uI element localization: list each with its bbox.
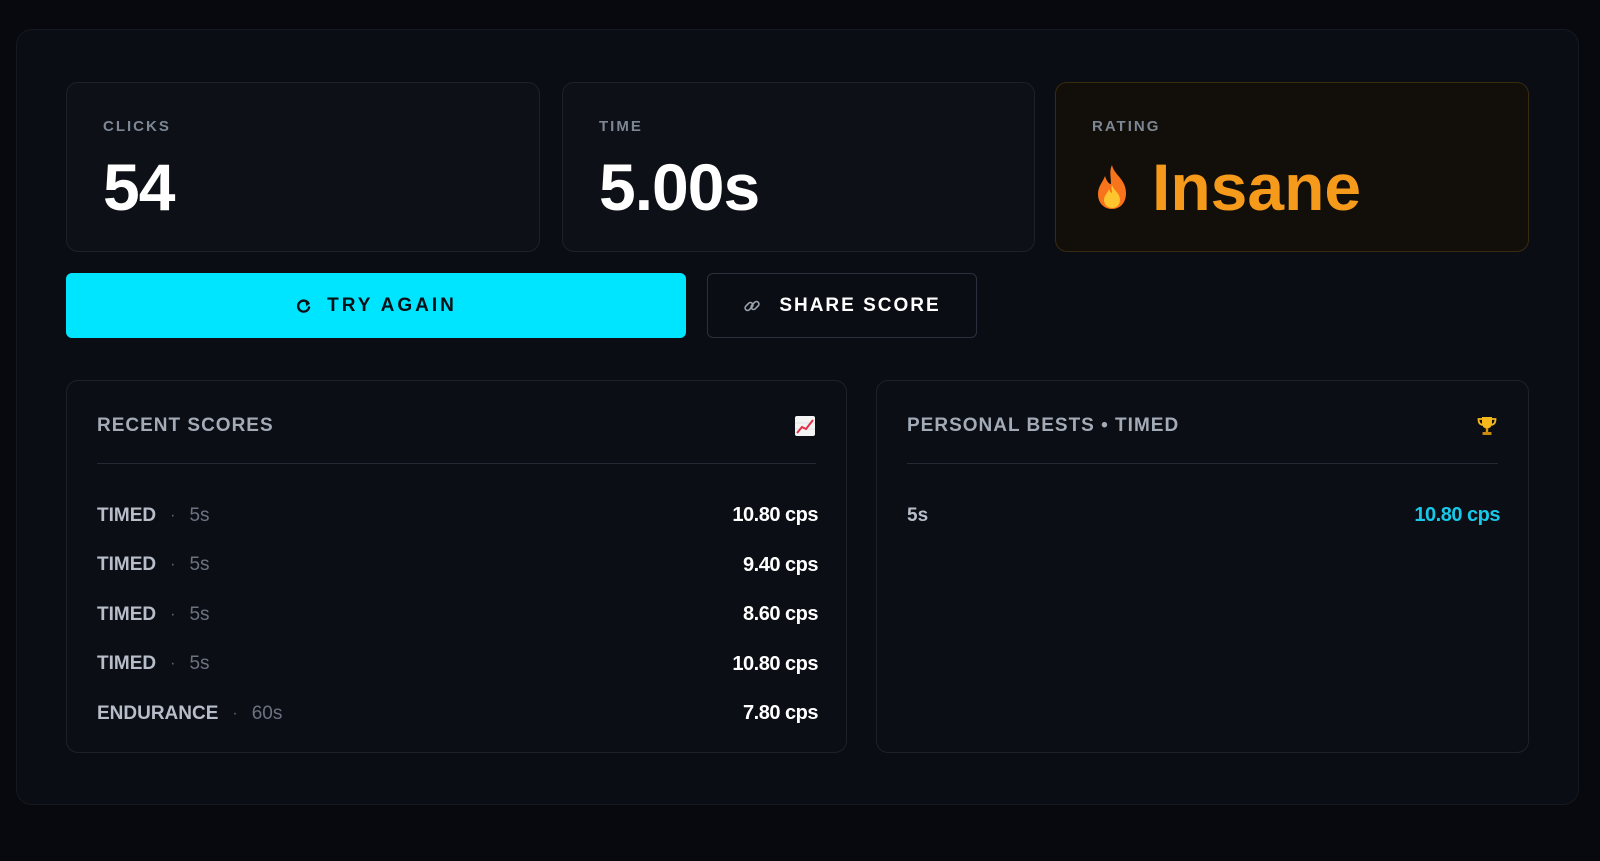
try-again-label: TRY AGAIN [327, 294, 457, 316]
row-duration: 5s [189, 653, 210, 675]
rating-value: Insane [1152, 150, 1362, 224]
link-icon [744, 300, 761, 311]
list-item: TIMED · 5s 10.80 cps [97, 491, 818, 541]
trophy-icon [1477, 417, 1497, 435]
row-score: 9.40 cps [743, 553, 818, 576]
list-item: 5s 10.80 cps [907, 491, 1500, 541]
separator-dot: · [170, 506, 176, 524]
row-mode: TIMED [97, 554, 157, 576]
try-again-button[interactable]: TRY AGAIN [66, 273, 686, 338]
recent-scores-list: TIMED · 5s 10.80 cps TIMED · 5s 9.40 cps… [97, 491, 818, 739]
list-item: TIMED · 5s 10.80 cps [97, 640, 818, 690]
personal-bests-header: PERSONAL BESTS • TIMED [907, 409, 1498, 443]
row-duration: 60s [251, 702, 283, 724]
row-score: 7.80 cps [743, 702, 818, 725]
separator-dot: · [170, 556, 176, 574]
time-label: TIME [599, 118, 643, 135]
row-duration: 5s [189, 504, 210, 526]
personal-bests-divider [907, 463, 1498, 464]
recent-scores-header: RECENT SCORES [97, 409, 816, 443]
clicks-label: CLICKS [103, 118, 171, 135]
row-mode: TIMED [97, 504, 157, 526]
restart-icon [297, 298, 311, 313]
personal-bests-panel: PERSONAL BESTS • TIMED 5s 10.80 cps [876, 380, 1529, 753]
separator-dot: · [232, 704, 238, 722]
row-score: 10.80 cps [732, 652, 818, 675]
time-value: 5.00s [599, 150, 760, 224]
rating-label: RATING [1092, 118, 1161, 135]
row-duration: 5s [189, 554, 210, 576]
row-duration: 5s [189, 603, 210, 625]
recent-scores-panel: RECENT SCORES TIMED · 5s 10.80 cps TIMED… [66, 380, 847, 753]
separator-dot: · [170, 605, 176, 623]
clicks-value: 54 [103, 150, 175, 224]
list-item: ENDURANCE · 60s 7.80 cps [97, 689, 818, 739]
fire-icon [1098, 165, 1126, 209]
list-item: TIMED · 5s 8.60 cps [97, 590, 818, 640]
rating-card: RATING Insane [1055, 82, 1529, 252]
personal-bests-list: 5s 10.80 cps [907, 491, 1500, 541]
clicks-card: CLICKS 54 [66, 82, 540, 252]
best-score: 10.80 cps [1414, 504, 1500, 527]
rating-value-group: Insane [1092, 149, 1361, 225]
best-duration: 5s [907, 504, 929, 526]
row-mode: ENDURANCE [97, 702, 219, 724]
list-item: TIMED · 5s 9.40 cps [97, 541, 818, 591]
row-score: 10.80 cps [732, 504, 818, 527]
recent-scores-divider [97, 463, 816, 464]
row-mode: TIMED [97, 603, 157, 625]
row-score: 8.60 cps [743, 603, 818, 626]
chart-icon [795, 416, 815, 436]
share-score-button[interactable]: SHARE SCORE [707, 273, 977, 338]
recent-scores-title: RECENT SCORES [97, 415, 274, 436]
time-card: TIME 5.00s [562, 82, 1035, 252]
row-mode: TIMED [97, 653, 157, 675]
personal-bests-title: PERSONAL BESTS • TIMED [907, 415, 1180, 436]
share-score-label: SHARE SCORE [779, 294, 941, 316]
separator-dot: · [170, 655, 176, 673]
